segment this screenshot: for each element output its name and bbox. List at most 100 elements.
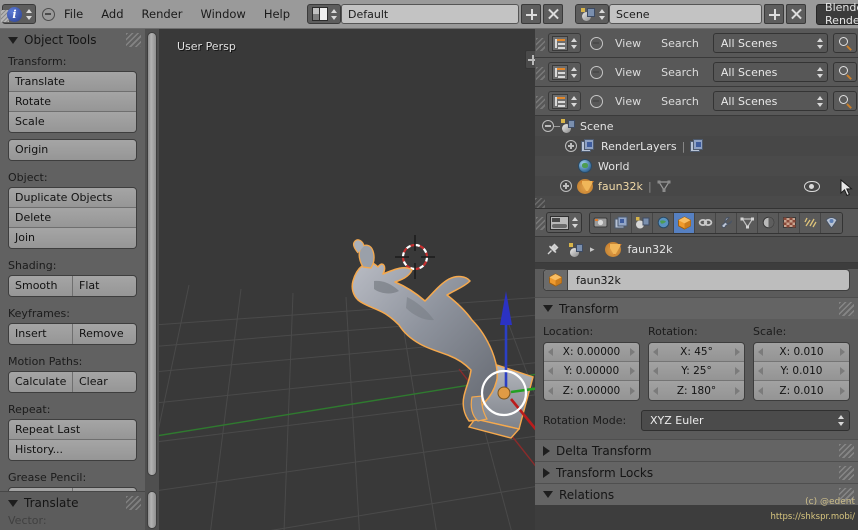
rotate-button[interactable]: Rotate <box>9 92 136 112</box>
origin-button[interactable]: Origin <box>9 140 136 160</box>
tab-modifiers[interactable] <box>716 212 737 233</box>
outliner-editor-type-button[interactable] <box>548 91 581 111</box>
location-z-field[interactable]: Z: 0.00000 <box>544 381 639 400</box>
rotation-mode-select[interactable]: XYZ Euler <box>641 410 850 431</box>
search-icon[interactable] <box>832 91 857 111</box>
editor-type-selector[interactable]: i <box>2 4 36 24</box>
duplicate-objects-button[interactable]: Duplicate Objects <box>9 188 136 208</box>
location-x-field[interactable]: X: 0.00000 <box>544 343 639 362</box>
transform-panel-header[interactable]: Transform <box>535 297 858 319</box>
history-button[interactable]: History... <box>9 440 136 460</box>
translate-button[interactable]: Translate <box>9 72 136 92</box>
menu-render[interactable]: Render <box>133 0 192 29</box>
toolshelf-scrollbar-thumb[interactable] <box>147 32 157 476</box>
tree-row-renderlayers[interactable]: RenderLayers | <box>535 136 858 156</box>
outliner-resize-grip[interactable] <box>535 198 545 208</box>
tab-physics[interactable] <box>821 212 842 233</box>
outliner-editor-type-button[interactable] <box>548 62 581 82</box>
menu-window[interactable]: Window <box>191 0 254 29</box>
3d-viewport[interactable]: User Persp <box>159 29 535 530</box>
join-button[interactable]: Join <box>9 228 136 248</box>
tree-row-scene[interactable]: Scene <box>535 116 858 136</box>
smooth-button[interactable]: Smooth <box>9 276 73 296</box>
scale-y-field[interactable]: Y: 0.010 <box>754 362 849 381</box>
flat-button[interactable]: Flat <box>73 276 136 296</box>
outliner-display-mode-3[interactable]: All Scenes <box>712 91 828 111</box>
tree-row-world[interactable]: World <box>535 156 858 176</box>
outliner-menu-view[interactable]: View <box>605 66 651 79</box>
tab-world[interactable] <box>653 212 674 233</box>
collapse-menu-icon[interactable] <box>587 34 605 52</box>
scale-z-field[interactable]: Z: 0.010 <box>754 381 849 400</box>
translate-panel-header[interactable]: Translate <box>0 492 145 514</box>
mesh-data-icon[interactable] <box>657 179 671 193</box>
menu-help[interactable]: Help <box>255 0 299 29</box>
outliner-menu-search[interactable]: Search <box>651 66 709 79</box>
scale-button[interactable]: Scale <box>9 112 136 132</box>
search-icon[interactable] <box>832 33 857 53</box>
outliner-menu-view[interactable]: View <box>605 95 651 108</box>
outliner-menu-search[interactable]: Search <box>651 37 709 50</box>
insert-keyframe-button[interactable]: Insert <box>9 324 73 344</box>
tab-scene[interactable] <box>632 212 653 233</box>
tab-render[interactable] <box>590 212 611 233</box>
tree-row-faun32k[interactable]: faun32k | <box>535 176 858 197</box>
eye-icon[interactable] <box>804 180 820 192</box>
tab-object[interactable] <box>674 212 695 233</box>
collapse-menu-icon[interactable] <box>587 92 605 110</box>
toolshelf-scrollbar-thumb-lower[interactable] <box>147 491 157 529</box>
screen-layout-type-button[interactable] <box>307 4 342 24</box>
render-engine-select[interactable]: Blender Render <box>816 1 858 27</box>
rotation-y-field[interactable]: Y: 25° <box>649 362 744 381</box>
outliner-editor-type-button[interactable] <box>548 33 581 53</box>
delete-screen-layout-button[interactable] <box>543 4 564 24</box>
scene-datablock-type-button[interactable] <box>575 4 610 24</box>
delta-transform-panel-header[interactable]: Delta Transform <box>535 439 858 461</box>
properties-editor-type-button[interactable] <box>546 212 582 233</box>
expand-toggle-icon[interactable] <box>565 140 577 152</box>
repeat-last-button[interactable]: Repeat Last <box>9 420 136 440</box>
rotation-z-field[interactable]: Z: 180° <box>649 381 744 400</box>
collapse-menu-icon[interactable] <box>42 5 55 23</box>
remove-keyframe-button[interactable]: Remove <box>73 324 136 344</box>
scene-icon[interactable] <box>568 242 583 257</box>
delete-scene-button[interactable] <box>786 4 807 24</box>
object-tools-panel-header[interactable]: Object Tools <box>0 29 145 51</box>
location-y-field[interactable]: Y: 0.00000 <box>544 362 639 381</box>
render-layer-data-icon[interactable] <box>690 139 706 153</box>
tab-particles[interactable] <box>800 212 821 233</box>
tab-object-data[interactable] <box>737 212 758 233</box>
add-scene-button[interactable] <box>764 4 785 24</box>
tree-label-renderlayers: RenderLayers <box>601 139 677 153</box>
add-region-handle-icon[interactable] <box>525 50 535 69</box>
collapse-toggle-icon[interactable] <box>542 120 554 132</box>
object-name-field[interactable]: faun32k <box>543 269 850 291</box>
outliner-tree[interactable]: Scene RenderLayers | World faun32k | <box>535 116 858 208</box>
rotation-x-field[interactable]: X: 45° <box>649 343 744 362</box>
tab-texture[interactable] <box>779 212 800 233</box>
toolshelf-scrollbar[interactable] <box>145 29 159 530</box>
delete-button[interactable]: Delete <box>9 208 136 228</box>
tab-material[interactable] <box>758 212 779 233</box>
pin-icon[interactable] <box>545 242 560 257</box>
scene-name-field[interactable]: Scene <box>609 4 763 24</box>
menu-add[interactable]: Add <box>92 0 132 29</box>
transform-locks-panel-header[interactable]: Transform Locks <box>535 461 858 483</box>
scene-datablock-icon <box>579 6 596 22</box>
add-screen-layout-button[interactable] <box>521 4 542 24</box>
outliner-display-mode-1[interactable]: All Scenes <box>712 33 828 53</box>
outliner-menu-view[interactable]: View <box>605 37 651 50</box>
outliner-display-mode-2[interactable]: All Scenes <box>712 62 828 82</box>
expand-toggle-icon[interactable] <box>560 180 572 192</box>
tab-render-layers[interactable] <box>611 212 632 233</box>
calculate-paths-button[interactable]: Calculate <box>9 372 73 392</box>
screen-layout-name-field[interactable]: Default <box>341 4 520 24</box>
tab-constraints[interactable] <box>695 212 716 233</box>
scale-x-field[interactable]: X: 0.010 <box>754 343 849 362</box>
menu-file[interactable]: File <box>55 0 92 29</box>
search-icon[interactable] <box>832 62 857 82</box>
clear-paths-button[interactable]: Clear <box>73 372 136 392</box>
object-icon[interactable] <box>604 242 621 257</box>
outliner-menu-search[interactable]: Search <box>651 95 709 108</box>
collapse-menu-icon[interactable] <box>587 63 605 81</box>
